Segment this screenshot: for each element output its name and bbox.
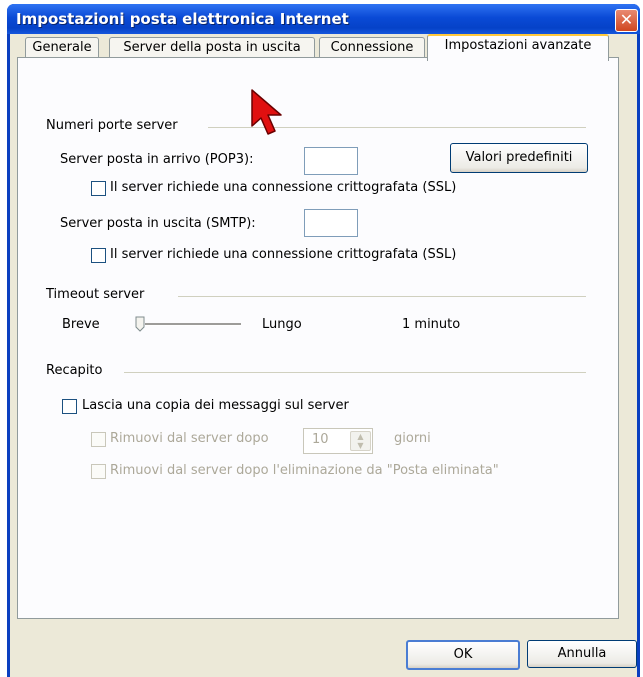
close-button[interactable]: ✕ <box>615 9 638 32</box>
remove-deleted-checkbox[interactable] <box>91 464 106 479</box>
window-title: Impostazioni posta elettronica Internet <box>16 10 349 28</box>
tab-label: Server della posta in uscita <box>123 40 301 55</box>
tab-generale[interactable]: Generale <box>25 37 99 58</box>
keep-copy-label: Lascia una copia dei messaggi sul server <box>82 398 349 413</box>
incoming-port-input[interactable] <box>304 147 358 175</box>
close-icon: ✕ <box>619 10 634 29</box>
tab-panel <box>17 57 619 619</box>
tab-server-posta-uscita[interactable]: Server della posta in uscita <box>109 37 315 58</box>
remove-deleted-label: Rimuovi dal server dopo l'eliminazione d… <box>110 463 499 478</box>
outgoing-port-label: Server posta in uscita (SMTP): <box>60 216 256 231</box>
remove-after-checkbox[interactable] <box>91 432 106 447</box>
cursor-arrow-icon <box>251 89 282 135</box>
timeout-slider-track[interactable] <box>145 323 241 326</box>
title-bar[interactable]: Impostazioni posta elettronica Internet … <box>7 4 640 34</box>
days-value: 10 <box>312 432 329 447</box>
outgoing-ssl-checkbox[interactable] <box>91 248 106 263</box>
cancel-button[interactable]: Annulla <box>527 640 637 668</box>
remove-after-label: Rimuovi dal server dopo <box>110 431 269 446</box>
days-label: giorni <box>394 431 431 446</box>
outgoing-port-input[interactable] <box>304 209 358 237</box>
tab-label: Connessione <box>330 40 414 55</box>
incoming-port-label: Server posta in arrivo (POP3): <box>60 152 254 167</box>
timeout-slider-thumb[interactable] <box>135 316 145 332</box>
defaults-button-label: Valori predefiniti <box>465 150 573 165</box>
tab-impostazioni-avanzate[interactable]: Impostazioni avanzate <box>427 34 609 61</box>
tab-label: Impostazioni avanzate <box>444 38 592 53</box>
incoming-ssl-label: Il server richiede una connessione critt… <box>110 180 457 195</box>
timeout-value-label: 1 minuto <box>402 317 461 332</box>
ports-group-label: Numeri porte server <box>46 118 178 133</box>
ok-button[interactable]: OK <box>406 640 520 670</box>
timeout-long-label: Lungo <box>262 317 302 332</box>
tab-label: Generale <box>32 40 92 55</box>
timeout-group-label: Timeout server <box>46 287 145 302</box>
days-spinner[interactable]: 10 ▲ ▼ <box>303 428 373 454</box>
keep-copy-checkbox[interactable] <box>62 399 77 414</box>
spin-arrows-icon[interactable]: ▲ ▼ <box>350 431 371 451</box>
group-divider <box>178 296 586 297</box>
defaults-button[interactable]: Valori predefiniti <box>450 143 588 173</box>
outgoing-ssl-label: Il server richiede una connessione critt… <box>110 247 457 262</box>
timeout-short-label: Breve <box>62 317 100 332</box>
incoming-ssl-checkbox[interactable] <box>91 181 106 196</box>
group-divider <box>124 372 586 373</box>
delivery-group-label: Recapito <box>46 363 103 378</box>
tab-connessione[interactable]: Connessione <box>319 37 425 58</box>
ok-button-label: OK <box>453 647 473 662</box>
cancel-button-label: Annulla <box>557 646 607 661</box>
